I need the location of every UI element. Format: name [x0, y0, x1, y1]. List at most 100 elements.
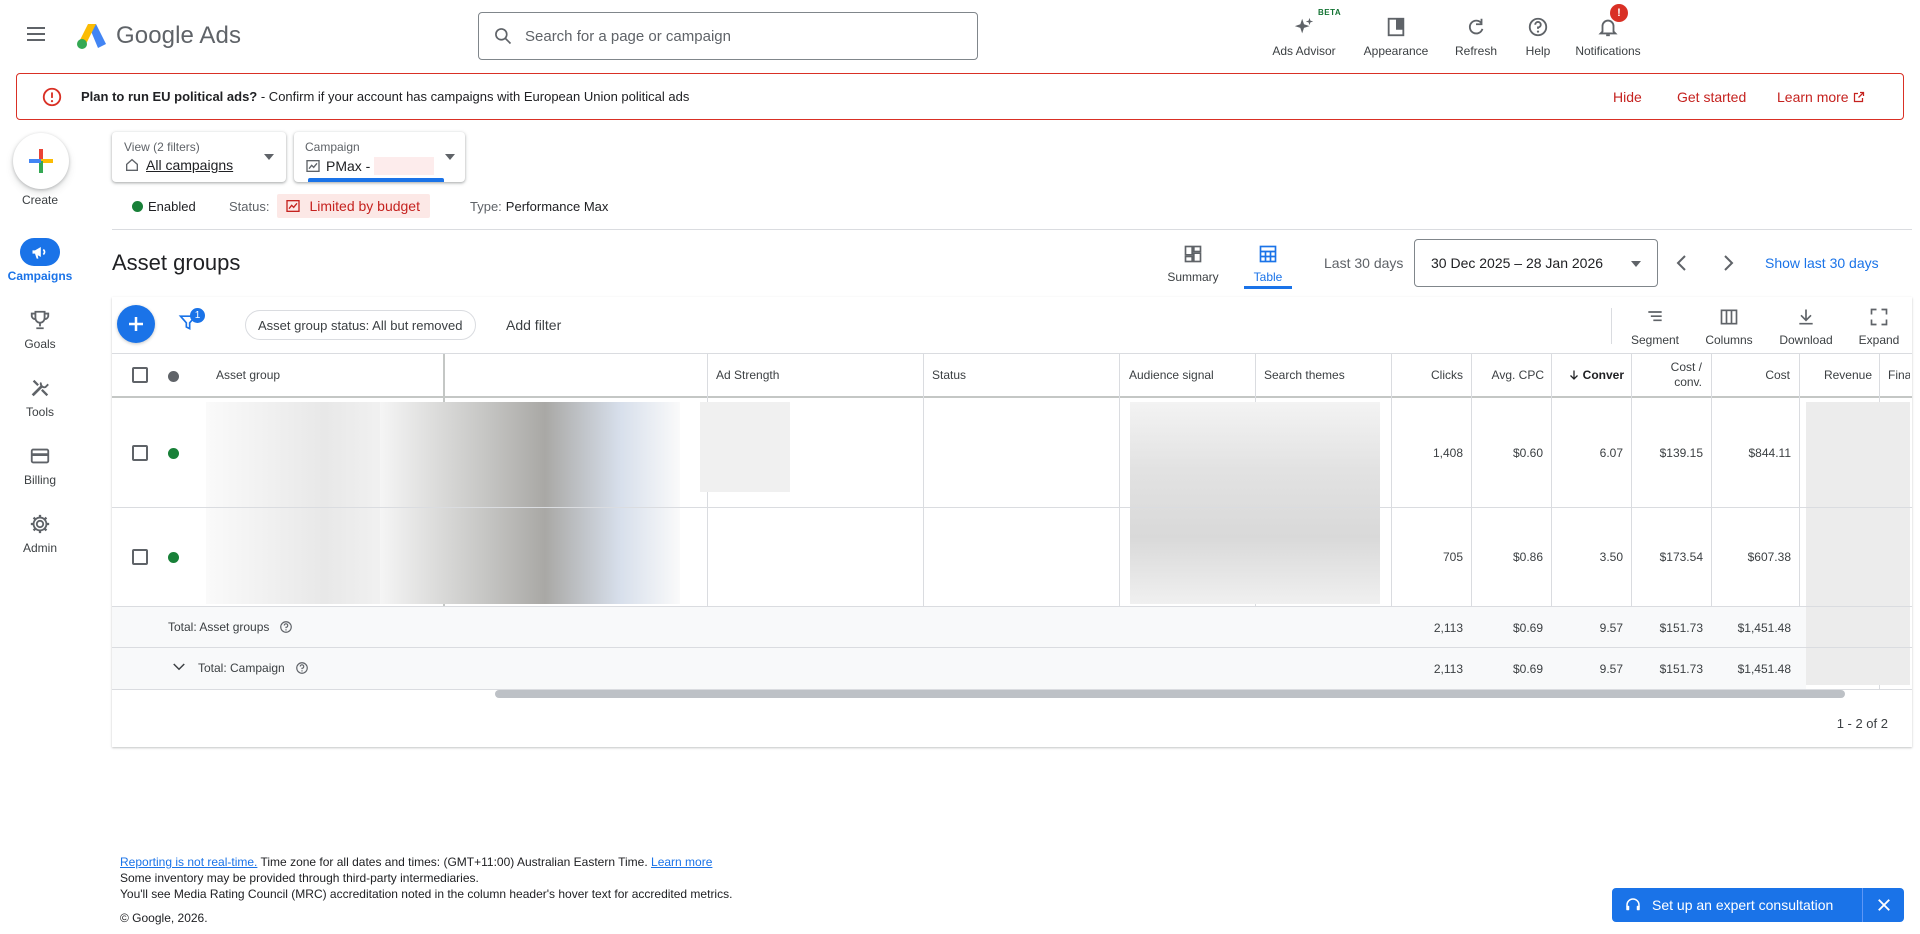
add-filter-button[interactable]: Add filter [506, 317, 561, 333]
view-selector-text: All campaigns [146, 157, 234, 173]
create-button[interactable] [13, 133, 69, 189]
column-header-conversions[interactable]: Conver [1552, 355, 1624, 395]
search-icon [495, 28, 512, 45]
table-view-button[interactable]: Table [1238, 244, 1298, 289]
expert-consultation-button[interactable]: Set up an expert consultation [1612, 888, 1833, 922]
limited-by-budget-badge[interactable]: Limited by budget [277, 194, 430, 218]
total-asset-groups-label: Total: Asset groups [168, 620, 293, 634]
column-header-cost[interactable]: Cost [1718, 355, 1790, 395]
expert-consultation-bar: Set up an expert consultation [1612, 888, 1904, 922]
help-button[interactable]: Help [1498, 8, 1578, 58]
redacted-asset-group-images [380, 402, 680, 604]
view-selector[interactable]: View (2 filters) All campaigns [112, 132, 286, 182]
alert-body: - Confirm if your account has campaigns … [257, 89, 690, 104]
total-label-text: Total: Campaign [198, 661, 285, 675]
campaign-selector-underline [308, 178, 444, 182]
date-range-picker[interactable]: 30 Dec 2025 – 28 Jan 2026 [1414, 239, 1658, 287]
campaign-selector-text: PMax - [326, 158, 371, 174]
google-ads-logo[interactable]: Google Ads [76, 18, 241, 54]
footer-mrc: You'll see Media Rating Council (MRC) ac… [120, 887, 733, 901]
sidebar-item-label: Tools [25, 405, 54, 419]
clicks-cell: 705 [1442, 550, 1463, 564]
sidebar-item-tools[interactable]: Tools [0, 374, 80, 422]
ads-advisor-button[interactable]: BETA Ads Advisor [1264, 8, 1344, 58]
help-icon[interactable] [295, 661, 309, 675]
status-column-dot [168, 371, 179, 382]
cost-per-conv-line-2: conv. [1674, 375, 1702, 389]
row-checkbox[interactable] [132, 445, 148, 461]
chevron-right-icon[interactable] [1716, 251, 1740, 275]
cost-per-conv-line-1: Cost / [1670, 360, 1702, 374]
clicks-cell: 1,408 [1432, 446, 1463, 460]
total-conversions-cell: 9.57 [1599, 621, 1623, 635]
table-icon [1259, 245, 1277, 263]
refresh-label: Refresh [1454, 44, 1498, 58]
filter-count-badge: 1 [190, 308, 205, 323]
chevron-down-icon[interactable] [170, 658, 188, 676]
row-checkbox[interactable] [132, 549, 148, 565]
redacted-revenue-column [1806, 402, 1910, 685]
timezone-text: Time zone for all dates and times: (GMT+… [257, 855, 652, 869]
sidebar-item-label: Billing [23, 473, 56, 487]
add-asset-group-button[interactable] [117, 305, 155, 343]
column-header-audience-signal[interactable]: Audience signal [1129, 355, 1214, 395]
search-input[interactable] [525, 27, 965, 45]
column-header-clicks[interactable]: Clicks [1391, 355, 1463, 395]
hide-link[interactable]: Hide [1613, 89, 1642, 105]
status-value: Limited by budget [309, 198, 420, 214]
column-header-conversions-label: Conver [1582, 368, 1624, 382]
avg-cpc-cell: $0.86 [1512, 550, 1543, 564]
horizontal-scrollbar[interactable] [495, 690, 1845, 698]
search-bar[interactable] [478, 12, 978, 60]
sidebar-item-campaigns[interactable]: Campaigns [0, 238, 80, 286]
column-header-asset-group[interactable]: Asset group [216, 355, 280, 395]
download-button[interactable]: Download [1776, 307, 1836, 347]
expert-consultation-label: Set up an expert consultation [1652, 897, 1834, 913]
consult-divider [1862, 888, 1863, 922]
notifications-button[interactable]: ! Notifications [1568, 4, 1648, 58]
column-header-search-themes[interactable]: Search themes [1264, 355, 1345, 395]
sidebar-item-admin[interactable]: Admin [0, 510, 80, 558]
expand-button[interactable]: Expand [1849, 307, 1909, 347]
show-last-30-days-link[interactable]: Show last 30 days [1765, 255, 1879, 271]
budget-chart-icon [286, 200, 301, 212]
menu-icon[interactable] [24, 22, 56, 50]
reporting-link[interactable]: Reporting is not real-time. [120, 855, 257, 869]
sidebar-item-billing[interactable]: Billing [0, 442, 80, 490]
help-icon[interactable] [279, 620, 293, 634]
summary-view-button[interactable]: Summary [1163, 244, 1223, 284]
select-all-checkbox[interactable] [132, 367, 148, 383]
close-icon[interactable] [1875, 896, 1893, 914]
column-header-revenue[interactable]: Revenue [1800, 355, 1872, 395]
redacted-audience-and-themes [1130, 402, 1380, 604]
footer-learn-more-link[interactable]: Learn more [651, 855, 712, 869]
conversions-cell: 6.07 [1599, 446, 1623, 460]
view-selector-label: View (2 filters) [124, 140, 200, 154]
filter-chip-label: Asset group status: All but removed [258, 317, 463, 333]
column-header-avg-cpc[interactable]: Avg. CPC [1472, 355, 1544, 395]
segment-button[interactable]: Segment [1625, 307, 1685, 347]
enabled-dot [132, 200, 143, 212]
product-name: Google Ads [116, 22, 242, 49]
caret-down-icon [1631, 261, 1641, 267]
sort-descending-icon [1569, 370, 1578, 380]
header-bottom-border [112, 396, 1912, 398]
get-started-link[interactable]: Get started [1677, 89, 1746, 105]
header-divider [112, 229, 1912, 230]
columns-button[interactable]: Columns [1699, 307, 1759, 347]
sidebar-item-goals[interactable]: Goals [0, 306, 80, 354]
help-label: Help [1525, 44, 1551, 58]
filter-button[interactable]: 1 [178, 308, 205, 332]
campaign-selector[interactable]: Campaign PMax - [294, 132, 465, 182]
column-header-status[interactable]: Status [932, 355, 966, 395]
footer-copyright: © Google, 2026. [120, 911, 208, 925]
learn-more-link[interactable]: Learn more [1777, 89, 1865, 105]
column-header-ad-strength[interactable]: Ad Strength [716, 355, 779, 395]
appearance-button[interactable]: Appearance [1356, 8, 1436, 58]
total-cost-cell: $1,451.48 [1737, 621, 1791, 635]
column-header-final[interactable]: Final [1888, 355, 1910, 395]
asset-group-status-filter-chip[interactable]: Asset group status: All but removed [245, 310, 476, 340]
column-header-cost-per-conv[interactable]: Cost / conv. [1630, 355, 1702, 395]
columns-label: Columns [1705, 333, 1753, 347]
chevron-left-icon[interactable] [1670, 251, 1694, 275]
